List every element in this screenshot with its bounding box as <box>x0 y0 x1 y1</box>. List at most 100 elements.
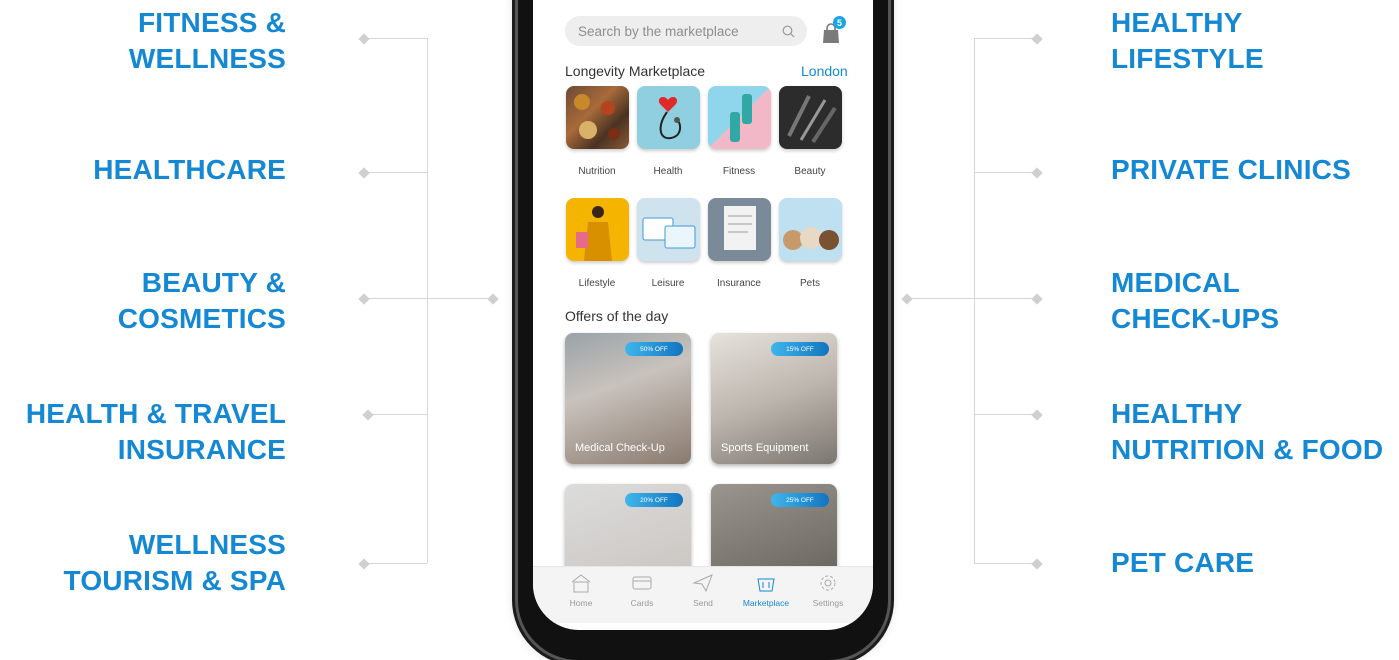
left-branch <box>364 172 427 173</box>
makeup-art <box>786 95 837 144</box>
tab-marketplace[interactable]: Marketplace <box>736 573 796 608</box>
label-fitness-wellness: FITNESS & WELLNESS <box>0 5 286 77</box>
label-line: PET CARE <box>1111 547 1255 578</box>
left-branch <box>364 38 427 39</box>
right-branch <box>974 172 1037 173</box>
gear-icon <box>817 573 839 593</box>
left-trunk <box>427 38 428 563</box>
category-label: Health <box>653 166 683 177</box>
stethoscope-heart-art <box>658 97 681 140</box>
offer-title: Medical Check-Up <box>575 442 665 454</box>
category-beauty[interactable]: Beauty <box>777 86 843 177</box>
label-healthy-nutrition-food: HEALTHY NUTRITION & FOOD <box>1111 396 1383 468</box>
discount-badge: 50% OFF <box>625 342 683 356</box>
connector-dot <box>1031 33 1043 45</box>
label-line: LIFESTYLE <box>1111 43 1264 74</box>
category-pets[interactable]: Pets <box>777 198 843 289</box>
category-lifestyle[interactable]: Lifestyle <box>564 198 630 289</box>
right-branch <box>974 563 1037 564</box>
category-leisure[interactable]: Leisure <box>635 198 701 289</box>
right-trunk <box>974 38 975 563</box>
offer-card[interactable]: 50% OFF Medical Check-Up <box>565 333 691 464</box>
leisure-image <box>636 198 700 261</box>
label-healthcare: HEALTHCARE <box>0 152 286 188</box>
connector-dot <box>358 558 370 570</box>
city-link[interactable]: London <box>801 63 848 79</box>
label-private-clinics: PRIVATE CLINICS <box>1111 152 1351 188</box>
connector-dot <box>1031 167 1043 179</box>
cards-icon <box>631 573 653 593</box>
right-branch <box>974 414 1037 415</box>
category-insurance[interactable]: Insurance <box>706 198 772 289</box>
label-line: WELLNESS <box>128 529 286 560</box>
label-health-travel-insurance: HEALTH & TRAVEL INSURANCE <box>0 396 286 468</box>
label-line: WELLNESS <box>128 43 286 74</box>
discount-badge: 25% OFF <box>771 493 829 507</box>
category-health[interactable]: Health <box>635 86 701 177</box>
offer-card[interactable]: 15% OFF Sports Equipment <box>711 333 837 464</box>
category-label: Fitness <box>722 166 756 177</box>
connector-dot <box>487 293 499 305</box>
connector-dot <box>901 293 913 305</box>
label-line: TOURISM & SPA <box>63 565 286 596</box>
basket-icon <box>755 573 777 593</box>
connector-dot <box>1031 293 1043 305</box>
tab-home[interactable]: Home <box>551 573 611 608</box>
connector-dot <box>358 293 370 305</box>
send-icon <box>692 573 714 593</box>
label-line: FITNESS & <box>137 7 286 38</box>
lifestyle-image <box>565 198 629 261</box>
cart-badge: 5 <box>833 16 846 29</box>
left-branch <box>364 298 494 299</box>
label-pet-care: PET CARE <box>1111 545 1254 581</box>
dumbbells-art <box>729 94 752 142</box>
left-branch <box>368 414 427 415</box>
phone-screen: Search by the marketplace 5 Longevity Ma… <box>533 0 873 630</box>
document-art <box>723 206 756 250</box>
search-icon[interactable] <box>782 25 795 38</box>
fitness-image <box>707 86 771 149</box>
nutrition-image <box>565 86 629 149</box>
label-line: NUTRITION & FOOD <box>1111 434 1384 465</box>
tickets-art <box>642 217 695 249</box>
label-line: HEALTHY <box>1111 7 1243 38</box>
label-wellness-tourism-spa: WELLNESS TOURISM & SPA <box>0 527 286 599</box>
tab-label: Marketplace <box>742 598 790 608</box>
connector-dot <box>358 33 370 45</box>
tab-cards[interactable]: Cards <box>612 573 672 608</box>
label-beauty-cosmetics: BEAUTY & COSMETICS <box>0 265 286 337</box>
insurance-image <box>707 198 771 261</box>
tab-send[interactable]: Send <box>673 573 733 608</box>
discount-badge: 15% OFF <box>771 342 829 356</box>
category-label: Nutrition <box>578 166 616 177</box>
label-line: HEALTHCARE <box>93 154 286 185</box>
label-line: HEALTH & TRAVEL <box>25 398 286 429</box>
connector-dot <box>358 167 370 179</box>
tab-label: Home <box>569 598 593 608</box>
category-nutrition[interactable]: Nutrition <box>564 86 630 177</box>
connector-dot <box>362 409 374 421</box>
category-label: Insurance <box>717 278 761 289</box>
connector-dot <box>1031 409 1043 421</box>
tab-label: Send <box>693 598 713 608</box>
offers-title: Offers of the day <box>565 308 669 324</box>
pets-image <box>778 198 842 261</box>
home-icon <box>570 573 592 593</box>
connector-dot <box>1031 558 1043 570</box>
right-branch <box>974 38 1037 39</box>
label-line: HEALTHY <box>1111 398 1243 429</box>
beauty-image <box>778 86 842 149</box>
tab-label: Settings <box>812 598 844 608</box>
category-label: Beauty <box>794 166 826 177</box>
tab-label: Cards <box>630 598 654 608</box>
label-line: COSMETICS <box>117 303 286 334</box>
tab-settings[interactable]: Settings <box>798 573 858 608</box>
category-label: Lifestyle <box>578 278 616 289</box>
search-input[interactable]: Search by the marketplace <box>565 16 807 46</box>
label-line: PRIVATE CLINICS <box>1111 154 1351 185</box>
dogs-art <box>782 227 839 250</box>
label-line: INSURANCE <box>117 434 286 465</box>
category-label: Leisure <box>651 278 685 289</box>
category-label: Pets <box>799 278 820 289</box>
category-fitness[interactable]: Fitness <box>706 86 772 177</box>
